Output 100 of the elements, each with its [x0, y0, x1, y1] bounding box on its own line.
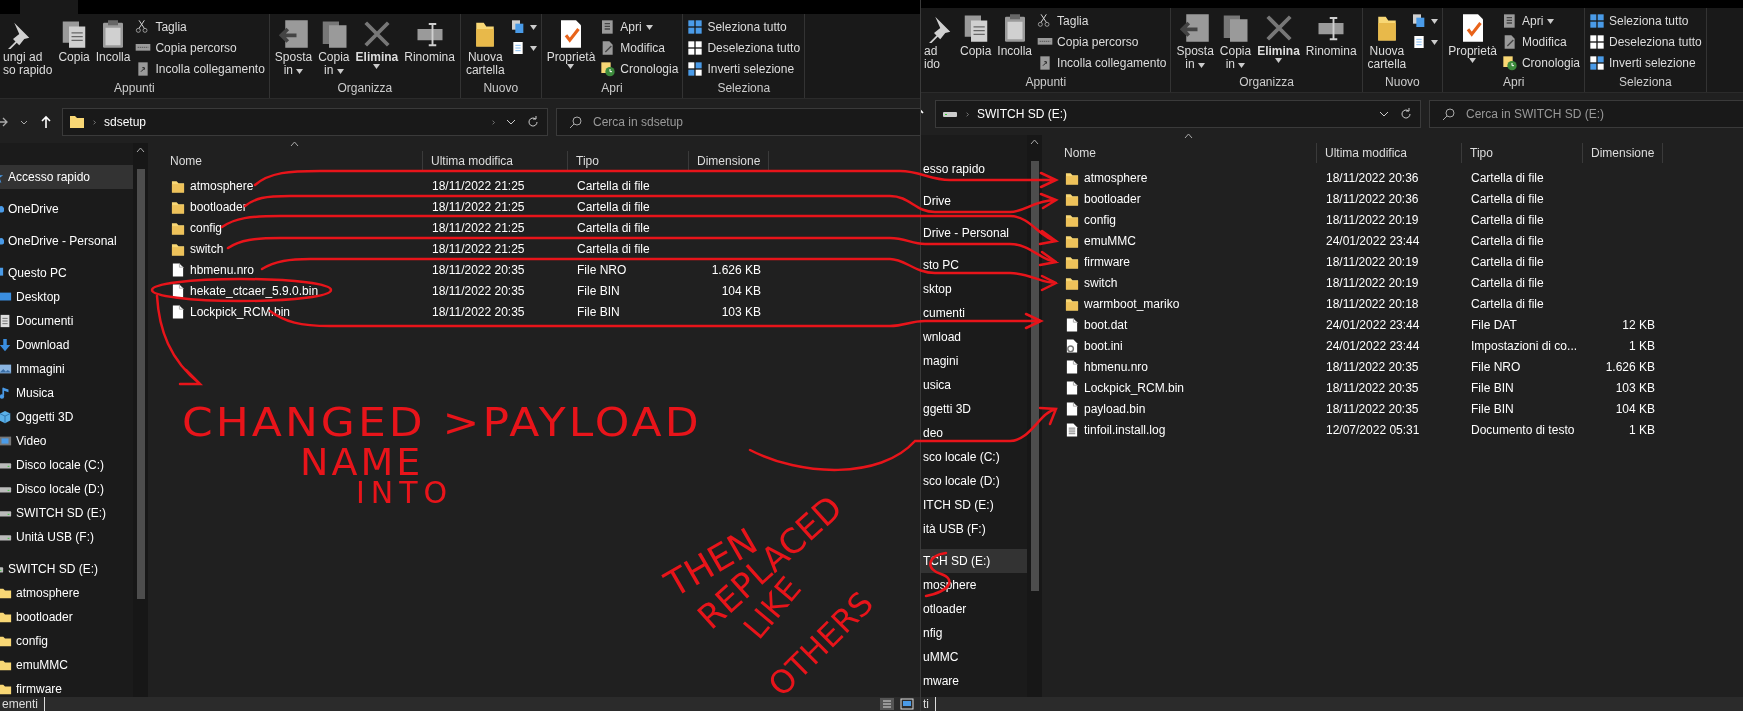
edit-button[interactable]: Modifica — [1499, 33, 1582, 51]
paste-button[interactable]: Incolla — [92, 18, 134, 65]
cut-button[interactable]: Taglia — [1035, 12, 1169, 30]
nav-item[interactable]: Documenti — [0, 309, 133, 333]
file-name[interactable]: Lockpick_RCM.bin — [190, 304, 291, 319]
select-all-button[interactable]: Seleziona tutto — [1587, 12, 1704, 30]
file-name[interactable]: atmosphere — [190, 178, 254, 193]
nav-item[interactable]: Musica — [0, 381, 133, 405]
nav-item[interactable]: Drive — [921, 189, 1027, 213]
edit-button[interactable]: Modifica — [598, 39, 681, 57]
cut-button[interactable]: Taglia — [133, 18, 267, 36]
rename-button[interactable]: Rinomina — [401, 18, 458, 65]
column-header[interactable]: Ultima modifica — [423, 151, 568, 171]
scrollbar[interactable] — [1027, 135, 1042, 697]
new-folder-button[interactable]: Nuova cartella — [1364, 12, 1410, 72]
pin-button[interactable]: ungi ad so rapido — [2, 18, 56, 78]
file-name[interactable]: firmware — [1084, 254, 1130, 269]
scrollbar[interactable] — [133, 143, 148, 697]
file-name[interactable]: config — [1084, 212, 1117, 227]
file-name[interactable]: bootloader — [190, 199, 247, 214]
move-to-button[interactable]: Sposta in — [271, 18, 316, 78]
nav-item[interactable]: SWITCH SD (E:) — [0, 557, 133, 581]
nav-item[interactable]: ggetti 3D — [921, 397, 1027, 421]
file-name[interactable]: emuMMC — [1084, 233, 1136, 248]
select-none-button[interactable]: Deseleziona tutto — [1587, 33, 1704, 51]
nav-item[interactable]: ITCH SD (E:) — [921, 493, 1027, 517]
scroll-up-icon[interactable] — [1030, 139, 1039, 145]
file-name[interactable]: config — [190, 220, 223, 235]
large-icons-view-icon[interactable] — [900, 698, 914, 710]
invert-selection-button[interactable]: Inverti selezione — [1587, 54, 1704, 72]
nav-item[interactable]: otloader — [921, 597, 1027, 621]
nav-item[interactable]: cumenti — [921, 301, 1027, 325]
new-folder-button[interactable]: Nuova cartella — [462, 18, 508, 78]
nav-item[interactable]: config — [0, 629, 133, 653]
address-path[interactable]: sdsetup — [104, 115, 484, 129]
address-bar[interactable]: SWITCH SD (E:) — [935, 100, 1421, 128]
nav-item[interactable]: mware — [921, 669, 1027, 693]
nav-item[interactable]: sto PC — [921, 253, 1027, 277]
scroll-up-icon[interactable] — [136, 147, 145, 153]
nav-item[interactable]: Drive - Personal — [921, 221, 1027, 245]
details-view-icon[interactable] — [880, 698, 894, 710]
address-path[interactable]: SWITCH SD (E:) — [977, 107, 1370, 121]
open-button[interactable]: Apri — [1499, 12, 1582, 30]
copy-button[interactable]: Copia — [957, 12, 995, 59]
nav-item[interactable]: wnload — [921, 325, 1027, 349]
nav-item[interactable]: Disco locale (C:) — [0, 453, 133, 477]
column-header[interactable]: Ultima modifica — [1317, 143, 1462, 163]
select-all-button[interactable]: Seleziona tutto — [685, 18, 803, 36]
column-header[interactable]: Dimensione — [689, 151, 769, 171]
nav-item[interactable]: Download — [0, 333, 133, 357]
nav-item[interactable]: Questo PC — [0, 261, 133, 285]
open-button[interactable]: Apri — [598, 18, 681, 36]
nav-item[interactable]: Unità USB (F:) — [0, 525, 133, 549]
nav-item[interactable]: SWITCH SD (E:) — [0, 501, 133, 525]
nav-item[interactable]: Immagini — [0, 357, 133, 381]
nav-item[interactable]: ità USB (F:) — [921, 517, 1027, 541]
column-header[interactable]: Tipo — [568, 151, 689, 171]
move-to-button[interactable]: Sposta in — [1173, 12, 1217, 72]
column-header[interactable]: Nome — [152, 151, 423, 171]
nav-item[interactable]: sco locale (D:) — [921, 469, 1027, 493]
file-name[interactable]: warmboot_mariko — [1084, 296, 1180, 311]
file-name[interactable]: switch — [190, 241, 224, 256]
copy-path-button[interactable]: Copia percorso — [133, 39, 267, 57]
nav-item[interactable]: sktop — [921, 277, 1027, 301]
file-name[interactable]: boot.ini — [1084, 338, 1123, 353]
refresh-icon[interactable] — [1398, 106, 1414, 122]
file-name[interactable]: hekate_ctcaer_5.9.0.bin — [190, 283, 319, 298]
search-field[interactable]: Cerca in SWITCH SD (E:) — [1429, 100, 1743, 128]
paste-button[interactable]: Incolla — [994, 12, 1036, 59]
paste-shortcut-button[interactable]: Incolla collegamento — [1035, 54, 1169, 72]
address-bar[interactable]: sdsetup — [62, 108, 548, 136]
pin-button[interactable]: ad ido — [923, 12, 957, 72]
file-name[interactable]: atmosphere — [1084, 170, 1148, 185]
nav-item[interactable]: Desktop — [0, 285, 133, 309]
nav-item[interactable]: usica — [921, 373, 1027, 397]
file-name[interactable]: tinfoil.install.log — [1084, 422, 1166, 437]
nav-item[interactable]: atmosphere — [0, 581, 133, 605]
nav-item[interactable]: esso rapido — [921, 157, 1027, 181]
file-name[interactable]: hbmenu.nro — [1084, 359, 1149, 374]
copy-to-button[interactable]: Copia in — [1216, 12, 1255, 72]
nav-item[interactable]: emuMMC — [0, 653, 133, 677]
column-header[interactable]: Dimensione — [1583, 143, 1663, 163]
copy-button[interactable]: Copia — [55, 18, 93, 65]
nav-item[interactable]: firmware — [0, 677, 133, 697]
invert-selection-button[interactable]: Inverti selezione — [685, 60, 803, 78]
file-name[interactable]: payload.bin — [1084, 401, 1146, 416]
copy-path-button[interactable]: Copia percorso — [1035, 33, 1169, 51]
search-field[interactable]: Cerca in sdsetup — [556, 108, 920, 136]
file-name[interactable]: Lockpick_RCM.bin — [1084, 380, 1185, 395]
delete-button[interactable]: Elimina — [1254, 12, 1303, 64]
properties-button[interactable]: Proprietà — [1445, 12, 1500, 64]
nav-item[interactable]: uMMC — [921, 645, 1027, 669]
file-name[interactable]: switch — [1084, 275, 1118, 290]
nav-item[interactable]: magini — [921, 349, 1027, 373]
copy-to-button[interactable]: Copia in — [315, 18, 353, 78]
refresh-icon[interactable] — [525, 114, 541, 130]
nav-item[interactable]: Disco locale (D:) — [0, 477, 133, 501]
nav-item[interactable]: Oggetti 3D — [0, 405, 133, 429]
select-none-button[interactable]: Deseleziona tutto — [685, 39, 803, 57]
file-name[interactable]: boot.dat — [1084, 317, 1128, 332]
